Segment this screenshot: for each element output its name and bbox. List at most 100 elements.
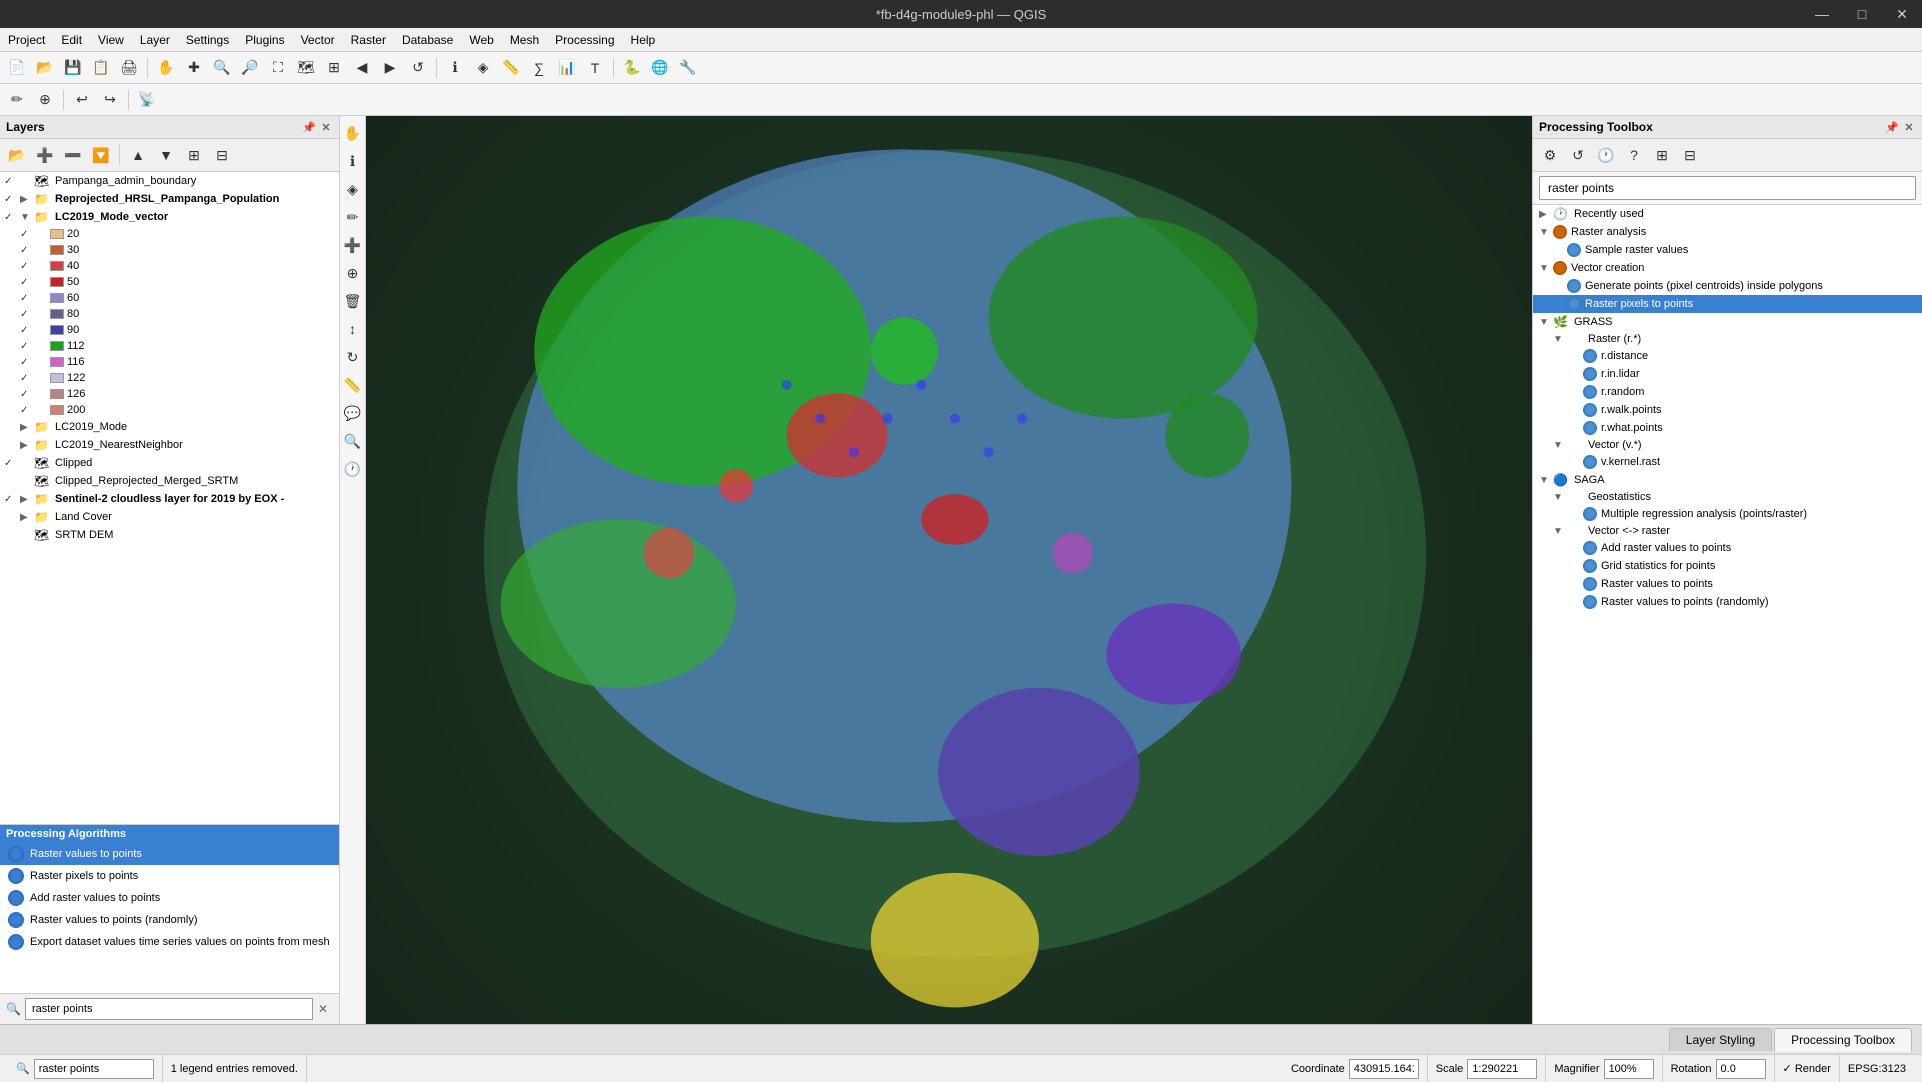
- toolbox-algorithm-item[interactable]: Raster pixels to points: [1533, 295, 1922, 313]
- layers-pin-button[interactable]: 📌: [302, 120, 316, 134]
- toolbox-group-item[interactable]: ▼Vector (v.*): [1533, 437, 1922, 453]
- menu-item-mesh[interactable]: Mesh: [502, 31, 547, 49]
- menu-item-web[interactable]: Web: [461, 31, 501, 49]
- layer-item[interactable]: ✓122: [0, 370, 339, 386]
- menu-item-raster[interactable]: Raster: [343, 31, 394, 49]
- layer-checkbox[interactable]: ✓: [20, 341, 36, 352]
- layer-item[interactable]: ✓60: [0, 290, 339, 306]
- minimize-button[interactable]: —: [1802, 0, 1842, 28]
- layer-item[interactable]: ✓20: [0, 226, 339, 242]
- layer-checkbox[interactable]: ✓: [20, 405, 36, 416]
- map-canvas[interactable]: [366, 116, 1532, 1024]
- stat-button[interactable]: 📊: [554, 55, 580, 81]
- layer-item[interactable]: 🗺Clipped_Reprojected_Merged_SRTM: [0, 472, 339, 490]
- layer-item[interactable]: ✓126: [0, 386, 339, 402]
- toolbox-algorithm-item[interactable]: Sample raster values: [1533, 241, 1922, 259]
- layer-item[interactable]: ✓112: [0, 338, 339, 354]
- layer-checkbox[interactable]: ✓: [20, 389, 36, 400]
- gps-button[interactable]: 📡: [134, 87, 160, 113]
- algorithm-item[interactable]: Add raster values to points: [0, 887, 339, 909]
- menu-item-database[interactable]: Database: [394, 31, 461, 49]
- toolbox-refresh-button[interactable]: ↺: [1565, 142, 1591, 168]
- toolbox-close-button[interactable]: ✕: [1902, 120, 1916, 134]
- coordinate-input[interactable]: [1349, 1059, 1419, 1079]
- zoom-next-button[interactable]: ▶: [377, 55, 403, 81]
- layer-item[interactable]: ✓🗺Pampanga_admin_boundary: [0, 172, 339, 190]
- layer-checkbox[interactable]: ✓: [20, 245, 36, 256]
- toolbox-search-input[interactable]: [1539, 176, 1916, 200]
- layer-item[interactable]: ✓🗺Clipped: [0, 454, 339, 472]
- text-button[interactable]: T: [582, 55, 608, 81]
- magnifier-input[interactable]: [1604, 1059, 1654, 1079]
- rotate-feature-button[interactable]: ↻: [340, 344, 366, 370]
- select-button[interactable]: ◈: [470, 55, 496, 81]
- layer-item[interactable]: ✓30: [0, 242, 339, 258]
- measure-button[interactable]: 📏: [498, 55, 524, 81]
- annotation-button[interactable]: 💬: [340, 400, 366, 426]
- select-tool-button[interactable]: ◈: [340, 176, 366, 202]
- search-clear-button[interactable]: ✕: [313, 998, 333, 1020]
- save-as-button[interactable]: 📋: [88, 55, 114, 81]
- toolbox-algorithm-item[interactable]: r.random: [1533, 383, 1922, 401]
- identify-tool-button[interactable]: ℹ: [340, 148, 366, 174]
- snap-button[interactable]: ⊕: [32, 87, 58, 113]
- layer-item[interactable]: ✓200: [0, 402, 339, 418]
- layer-checkbox[interactable]: ✓: [20, 357, 36, 368]
- python-button[interactable]: 🐍: [619, 55, 645, 81]
- bottom-tab-layer-styling[interactable]: Layer Styling: [1669, 1028, 1772, 1051]
- new-project-button[interactable]: 📄: [4, 55, 30, 81]
- zoom-out-button[interactable]: 🔎: [237, 55, 263, 81]
- measure-tool-button[interactable]: 📏: [340, 372, 366, 398]
- toolbox-group-item[interactable]: ▼Vector creation: [1533, 259, 1922, 277]
- add-feature-button[interactable]: ➕: [340, 232, 366, 258]
- toolbox-algorithm-item[interactable]: Multiple regression analysis (points/ras…: [1533, 505, 1922, 523]
- toolbox-algorithm-item[interactable]: r.what.points: [1533, 419, 1922, 437]
- expand-all-button[interactable]: ⊞: [181, 142, 207, 168]
- layer-item[interactable]: ✓▶📁Sentinel-2 cloudless layer for 2019 b…: [0, 490, 339, 508]
- field-calc-button[interactable]: ∑: [526, 55, 552, 81]
- pan-map-button[interactable]: ✚: [181, 55, 207, 81]
- temporal-button[interactable]: 🕐: [340, 456, 366, 482]
- layer-expand-icon[interactable]: ▶: [20, 512, 34, 523]
- toolbox-algorithm-item[interactable]: r.in.lidar: [1533, 365, 1922, 383]
- toolbox-algorithm-item[interactable]: Raster values to points: [1533, 575, 1922, 593]
- menu-item-layer[interactable]: Layer: [132, 31, 178, 49]
- layer-checkbox[interactable]: ✓: [20, 229, 36, 240]
- menu-item-view[interactable]: View: [90, 31, 132, 49]
- processing-search-input[interactable]: [25, 998, 313, 1020]
- layer-item[interactable]: ▶📁Land Cover: [0, 508, 339, 526]
- redo-button[interactable]: ↪: [97, 87, 123, 113]
- toolbox-group-item[interactable]: ▼Geostatistics: [1533, 489, 1922, 505]
- menu-item-edit[interactable]: Edit: [53, 31, 90, 49]
- toolbox-algorithm-item[interactable]: Generate points (pixel centroids) inside…: [1533, 277, 1922, 295]
- toolbox-group-item[interactable]: ▼🌿GRASS: [1533, 313, 1922, 331]
- move-down-button[interactable]: ▼: [153, 142, 179, 168]
- pan-tool-button[interactable]: ✋: [340, 120, 366, 146]
- layer-checkbox[interactable]: ✓: [20, 373, 36, 384]
- layers-close-button[interactable]: ✕: [319, 120, 333, 134]
- save-project-button[interactable]: 💾: [60, 55, 86, 81]
- delete-feature-button[interactable]: 🗑: [340, 288, 366, 314]
- zoom-selection-button[interactable]: ⊞: [321, 55, 347, 81]
- layer-item[interactable]: ✓40: [0, 258, 339, 274]
- toolbox-collapse-button[interactable]: ⊟: [1677, 142, 1703, 168]
- menu-item-help[interactable]: Help: [623, 31, 664, 49]
- zoom-layer-button[interactable]: 🗺: [293, 55, 319, 81]
- open-layer-button[interactable]: 📂: [4, 142, 30, 168]
- layer-checkbox[interactable]: ✓: [4, 458, 20, 469]
- print-button[interactable]: 🖨: [116, 55, 142, 81]
- layer-item[interactable]: ▶📁LC2019_NearestNeighbor: [0, 436, 339, 454]
- layer-item[interactable]: ✓116: [0, 354, 339, 370]
- algorithm-item[interactable]: Raster values to points: [0, 843, 339, 865]
- layer-item[interactable]: ✓▼📁LC2019_Mode_vector: [0, 208, 339, 226]
- layer-item[interactable]: ✓90: [0, 322, 339, 338]
- menu-item-vector[interactable]: Vector: [293, 31, 343, 49]
- zoom-previous-button[interactable]: ◀: [349, 55, 375, 81]
- layer-checkbox[interactable]: ✓: [20, 309, 36, 320]
- bottom-tab-processing-toolbox[interactable]: Processing Toolbox: [1774, 1028, 1912, 1052]
- layer-item[interactable]: ✓80: [0, 306, 339, 322]
- toolbox-algorithm-item[interactable]: Grid statistics for points: [1533, 557, 1922, 575]
- zoom-tool-button[interactable]: 🔍: [340, 428, 366, 454]
- menu-item-settings[interactable]: Settings: [178, 31, 237, 49]
- toolbox-algorithm-item[interactable]: Add raster values to points: [1533, 539, 1922, 557]
